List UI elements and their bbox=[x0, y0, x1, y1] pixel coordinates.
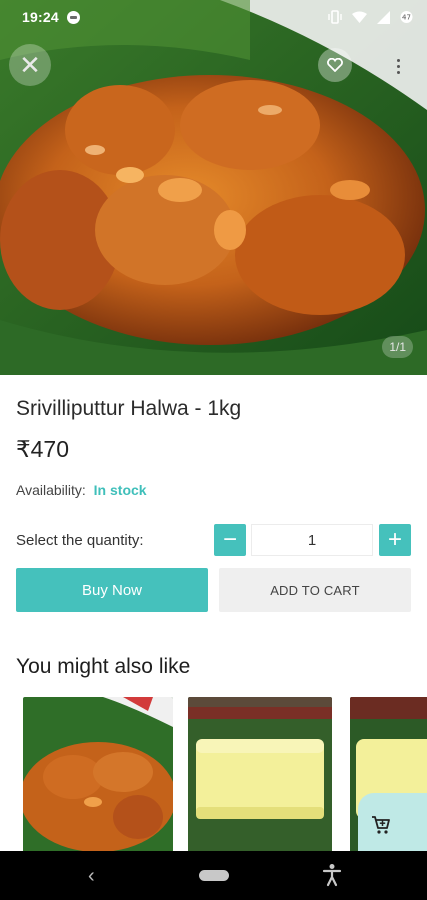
add-to-cart-button[interactable]: ADD TO CART bbox=[219, 568, 411, 612]
availability-label: Availability: bbox=[16, 482, 86, 498]
wifi-icon bbox=[352, 11, 367, 23]
heart-icon bbox=[327, 58, 343, 72]
halwa-thumbnail bbox=[23, 697, 173, 857]
buy-now-button[interactable]: Buy Now bbox=[16, 568, 208, 612]
vibrate-icon bbox=[328, 10, 342, 24]
notification-icon bbox=[66, 10, 80, 24]
image-counter: 1/1 bbox=[382, 336, 413, 358]
accessibility-icon[interactable] bbox=[322, 863, 342, 887]
back-icon[interactable]: ‹ bbox=[88, 865, 95, 888]
cart-button[interactable] bbox=[358, 793, 427, 857]
svg-text:47: 47 bbox=[402, 14, 411, 22]
minus-icon: − bbox=[222, 526, 237, 553]
decrease-quantity-button[interactable]: − bbox=[214, 524, 246, 556]
cart-icon bbox=[372, 816, 390, 834]
close-button[interactable]: ✕ bbox=[9, 44, 51, 86]
product-price: ₹470 bbox=[16, 436, 70, 462]
status-bar: 19:24 47 bbox=[0, 0, 427, 34]
product-title: Srivilliputtur Halwa - 1kg bbox=[16, 397, 242, 420]
close-icon: ✕ bbox=[19, 50, 41, 80]
more-vertical-icon bbox=[396, 58, 400, 62]
system-nav-bar: ‹ bbox=[0, 851, 427, 900]
recommendations-title: You might also like bbox=[16, 655, 191, 678]
quantity-label: Select the quantity: bbox=[16, 532, 144, 549]
quantity-input[interactable] bbox=[251, 524, 373, 556]
halwa-photo bbox=[0, 0, 427, 375]
more-options-button[interactable] bbox=[391, 54, 405, 78]
plus-icon: + bbox=[387, 526, 402, 553]
stock-status: In stock bbox=[93, 482, 147, 498]
signal-icon bbox=[377, 10, 390, 24]
battery-icon: 47 bbox=[400, 11, 413, 23]
favorite-button[interactable] bbox=[318, 48, 352, 82]
recommendation-card[interactable] bbox=[188, 697, 332, 857]
milk-sweet-thumbnail bbox=[188, 697, 332, 857]
recommendation-card[interactable] bbox=[23, 697, 173, 857]
increase-quantity-button[interactable]: + bbox=[379, 524, 411, 556]
product-image[interactable] bbox=[0, 0, 427, 375]
home-pill-icon[interactable] bbox=[199, 870, 229, 881]
availability: Availability: In stock bbox=[16, 482, 147, 498]
status-time: 19:24 bbox=[22, 9, 59, 25]
